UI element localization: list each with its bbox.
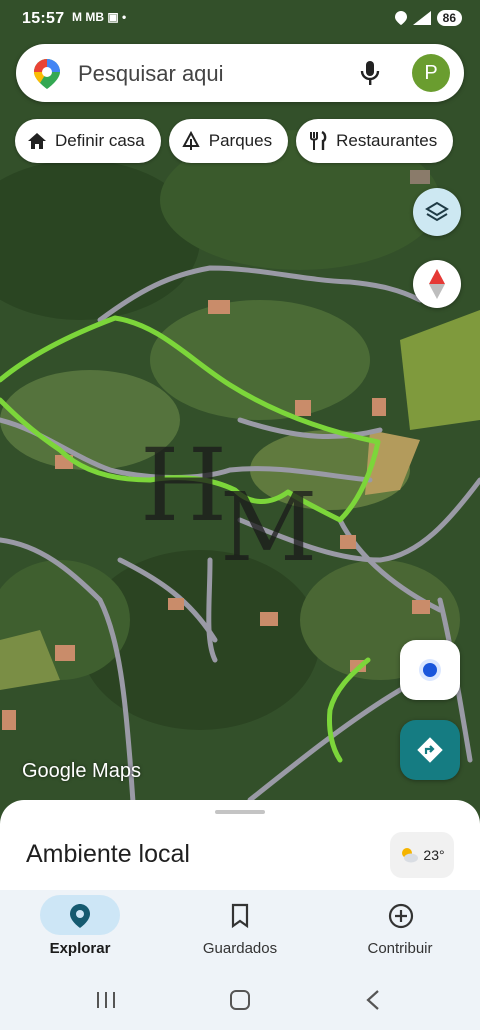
sheet-title: Ambiente local xyxy=(26,840,190,868)
status-bar: 15:57 M MB ▣ • 86 xyxy=(0,0,480,40)
search-input[interactable]: Pesquisar aqui xyxy=(78,61,224,87)
location-icon xyxy=(394,11,407,25)
back-icon[interactable] xyxy=(365,990,381,1010)
account-avatar[interactable]: P xyxy=(412,54,450,92)
google-maps-attribution: Google Maps xyxy=(22,760,141,782)
search-bar[interactable]: Pesquisar aqui P xyxy=(16,44,464,102)
home-icon xyxy=(28,133,46,149)
my-location-icon xyxy=(419,659,441,681)
fork-knife-icon xyxy=(310,131,327,150)
bookmark-icon xyxy=(231,903,249,929)
microphone-icon[interactable] xyxy=(360,60,380,86)
system-navigation xyxy=(0,970,480,1030)
notification-icons: M MB ▣ • xyxy=(72,10,127,24)
signal-icon xyxy=(412,11,431,25)
status-time: 15:57 xyxy=(22,10,65,27)
my-location-button[interactable] xyxy=(400,640,460,700)
chip-label: Definir casa xyxy=(55,131,145,150)
directions-icon xyxy=(417,737,443,763)
tree-icon xyxy=(182,131,200,150)
bottom-navigation: Explorar Guardados Contribuir xyxy=(0,890,480,970)
layers-icon xyxy=(425,201,449,222)
status-right: 86 xyxy=(394,10,462,26)
nav-label: Explorar xyxy=(49,940,111,957)
sheet-drag-handle[interactable] xyxy=(215,810,265,814)
nav-saved[interactable]: Guardados xyxy=(160,890,320,970)
nav-label: Guardados xyxy=(202,940,278,957)
nav-label: Contribuir xyxy=(367,940,433,957)
compass-icon xyxy=(429,269,445,299)
chip-label: Restaurantes xyxy=(336,131,438,150)
directions-button[interactable] xyxy=(400,720,460,780)
svg-text:H: H xyxy=(140,430,227,544)
temperature: 23° xyxy=(423,847,445,863)
nav-explore[interactable]: Explorar xyxy=(0,890,160,970)
location-pin-icon xyxy=(70,904,90,928)
svg-text:M: M xyxy=(220,473,317,583)
category-chips: Definir casa Parques Restaurantes xyxy=(15,119,454,163)
maps-pin-logo-icon xyxy=(34,59,60,89)
chip-parks[interactable]: Parques xyxy=(168,119,289,163)
watermark-logo: H M xyxy=(120,427,350,595)
recent-apps-icon[interactable] xyxy=(95,990,117,1010)
weather-chip[interactable]: 23° xyxy=(390,832,454,878)
battery-indicator: 86 xyxy=(436,10,462,26)
compass-button[interactable] xyxy=(413,260,461,308)
partly-cloudy-icon xyxy=(402,848,419,863)
add-circle-icon xyxy=(388,903,414,929)
local-vibe-sheet[interactable]: Ambiente local 23° xyxy=(0,800,480,900)
chip-set-home[interactable]: Definir casa xyxy=(15,119,161,163)
layers-button[interactable] xyxy=(413,188,461,236)
chip-label: Parques xyxy=(208,131,273,150)
chip-restaurants[interactable]: Restaurantes xyxy=(296,119,454,163)
home-button-icon[interactable] xyxy=(229,990,251,1010)
nav-contribute[interactable]: Contribuir xyxy=(320,890,480,970)
watermark-graphic: H M xyxy=(140,427,317,583)
